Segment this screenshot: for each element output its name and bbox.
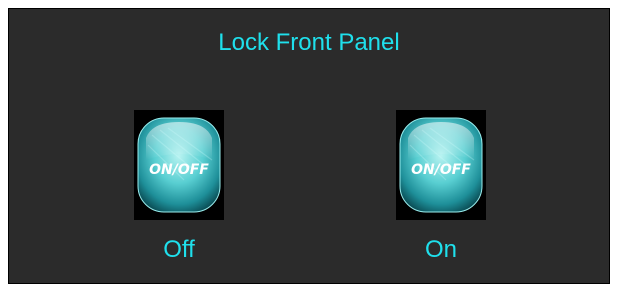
on-label: On — [424, 236, 457, 263]
off-toggle-button[interactable]: ON/OFF — [134, 110, 224, 220]
on-option: ON/OFF On — [396, 110, 486, 264]
on-toggle-button[interactable]: ON/OFF — [396, 110, 486, 220]
power-toggle-icon: ON/OFF — [399, 117, 483, 213]
panel-title: Lock Front Panel — [218, 29, 400, 56]
button-caption: ON/OFF — [411, 162, 471, 178]
off-label: Off — [163, 236, 195, 263]
off-option: ON/OFF Off — [134, 110, 224, 264]
power-toggle-icon: ON/OFF — [137, 117, 221, 213]
lock-front-panel-dialog: Lock Front Panel ON/OFF Off ON/OFF On — [8, 8, 610, 284]
button-caption: ON/OFF — [149, 162, 209, 178]
